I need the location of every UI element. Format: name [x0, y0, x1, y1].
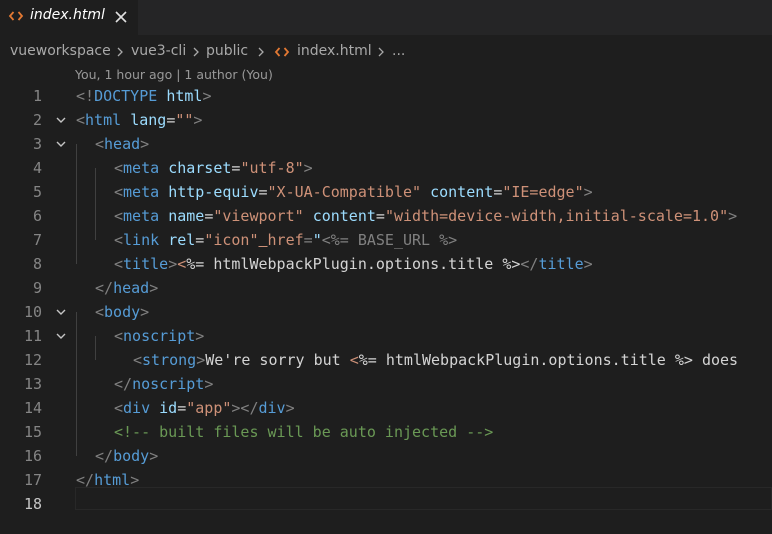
code-line-4: 4 <meta charset="utf-8"> — [0, 156, 772, 180]
breadcrumb-item-public[interactable]: public — [206, 43, 248, 59]
tab-label: index.html — [30, 7, 105, 23]
editor-tab-bar: index.html — [0, 0, 772, 35]
line-number: 8 — [32, 255, 42, 273]
code-text: </noscript> — [114, 375, 214, 393]
tab-index-html[interactable]: index.html — [0, 0, 138, 35]
breadcrumb-item-vueworkspace[interactable]: vueworkspace — [10, 43, 111, 59]
line-number: 9 — [32, 279, 42, 297]
code-line-16: 16 </body> — [0, 444, 772, 468]
code-line-17: 17 </html> — [0, 468, 772, 492]
line-number: 11 — [23, 327, 42, 345]
code-line-14: 14 <div id="app"></div> — [0, 396, 772, 420]
line-number: 12 — [23, 351, 42, 369]
breadcrumb-item-more[interactable]: ... — [392, 43, 405, 59]
breadcrumb-item-vue3-cli[interactable]: vue3-cli — [131, 43, 186, 59]
line-number: 16 — [23, 447, 42, 465]
code-text: <strong>We're sorry but <%= htmlWebpackP… — [133, 351, 739, 369]
code-text: </head> — [95, 279, 159, 297]
code-line-10: 10 <body> — [0, 300, 772, 324]
code-text: <body> — [95, 303, 150, 321]
chevron-right-icon — [193, 47, 199, 57]
code-line-18: 18 — [0, 492, 772, 516]
line-number: 15 — [23, 423, 42, 441]
code-text: <!-- built files will be auto injected -… — [114, 423, 494, 441]
line-number: 6 — [32, 207, 42, 225]
code-text: <meta charset="utf-8"> — [114, 159, 313, 177]
chevron-down-icon[interactable] — [55, 114, 67, 126]
line-number: 2 — [32, 111, 42, 129]
code-line-1: 1 <!DOCTYPE html> — [0, 84, 772, 108]
code-line-15: 15 <!-- built files will be auto injecte… — [0, 420, 772, 444]
line-number: 1 — [32, 87, 42, 105]
code-text: </html> — [76, 471, 140, 489]
breadcrumb: vueworkspace vue3-cli public index.html … — [0, 41, 772, 63]
chevron-right-icon — [117, 47, 123, 57]
line-number: 5 — [32, 183, 42, 201]
code-text: <meta http-equiv="X-UA-Compatible" conte… — [114, 183, 593, 201]
line-number: 3 — [32, 135, 42, 153]
code-line-12: 12 <strong>We're sorry but <%= htmlWebpa… — [0, 348, 772, 372]
line-number: 7 — [32, 231, 42, 249]
line-number: 14 — [23, 399, 42, 417]
code-text: <head> — [95, 135, 150, 153]
code-line-8: 8 <title><%= htmlWebpackPlugin.options.t… — [0, 252, 772, 276]
code-line-9: 9 </head> — [0, 276, 772, 300]
code-line-13: 13 </noscript> — [0, 372, 772, 396]
code-text: <title><%= htmlWebpackPlugin.options.tit… — [114, 255, 593, 273]
code-line-11: 11 <noscript> — [0, 324, 772, 348]
line-number: 10 — [23, 303, 42, 321]
code-text: <html lang=""> — [76, 111, 203, 129]
code-text: <noscript> — [114, 327, 205, 345]
breadcrumb-item-index-html[interactable]: index.html — [297, 43, 372, 59]
code-text: <!DOCTYPE html> — [76, 87, 212, 105]
close-icon[interactable] — [113, 9, 129, 25]
code-text: </body> — [95, 447, 159, 465]
code-line-6: 6 <meta name="viewport" content="width=d… — [0, 204, 772, 228]
code-editor[interactable]: You, 1 hour ago | 1 author (You) 1 <!DOC… — [0, 65, 772, 534]
chevron-right-icon — [378, 47, 384, 57]
chevron-right-icon — [258, 47, 264, 57]
chevron-down-icon[interactable] — [55, 330, 67, 342]
code-text: <div id="app"></div> — [114, 399, 295, 417]
code-line-2: 2 <html lang=""> — [0, 108, 772, 132]
code-text: <link rel="icon" href="<%= BASE_URL %> — [114, 231, 458, 249]
html-code-icon — [8, 11, 24, 21]
line-number: 13 — [23, 375, 42, 393]
line-number: 4 — [32, 159, 42, 177]
code-line-3: 3 <head> — [0, 132, 772, 156]
codelens-blame[interactable]: You, 1 hour ago | 1 author (You) — [75, 67, 273, 82]
line-number: 17 — [23, 471, 42, 489]
html-code-icon — [274, 47, 290, 57]
chevron-down-icon[interactable] — [55, 138, 67, 150]
code-line-5: 5 <meta http-equiv="X-UA-Compatible" con… — [0, 180, 772, 204]
line-number: 18 — [23, 495, 42, 513]
code-line-7: 7 <link rel="icon" href="<%= BASE_URL %> — [0, 228, 772, 252]
code-text: <meta name="viewport" content="width=dev… — [114, 207, 738, 225]
chevron-down-icon[interactable] — [55, 306, 67, 318]
